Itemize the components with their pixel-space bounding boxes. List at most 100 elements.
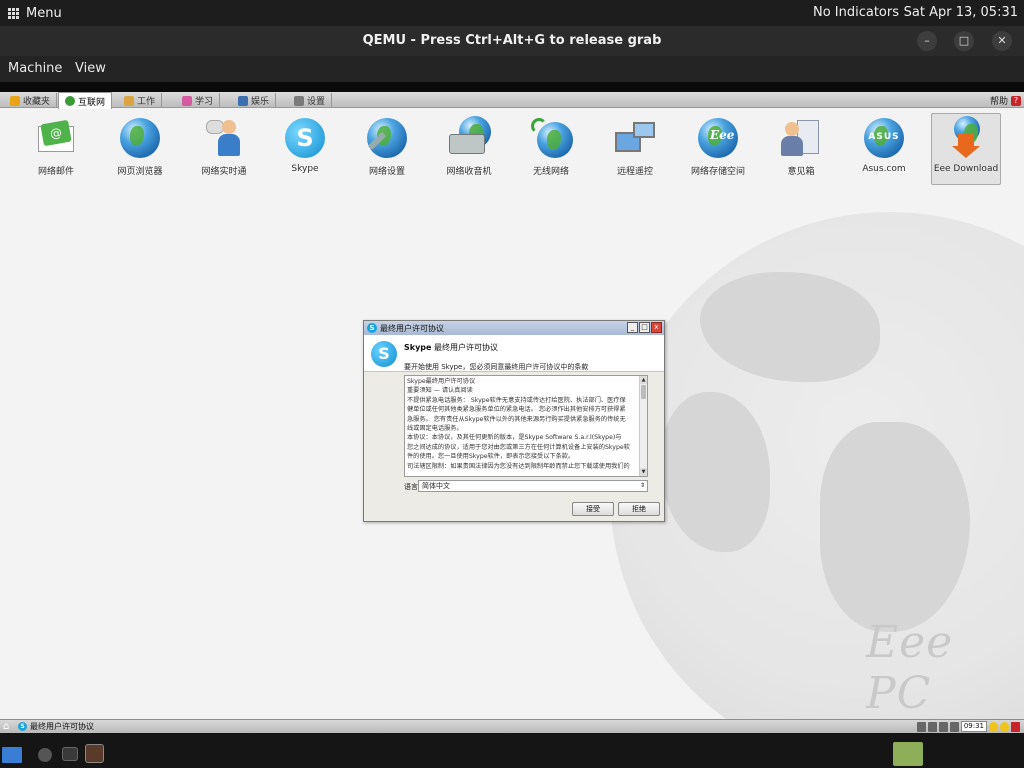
license-line: Skype最终用户许可协议 [407,378,476,385]
globe-icon [65,96,75,106]
screen-border [0,82,1024,92]
license-scrollbar[interactable]: ▲ ▼ [639,376,647,476]
menu-machine[interactable]: Machine [8,61,62,76]
app-asus-com[interactable]: ASUS Asus.com [848,114,920,182]
host-top-panel: Menu No Indicators Sat Apr 13, 05:31 [0,0,1024,26]
tab-learning[interactable]: 学习 [176,93,221,108]
tray-clock[interactable]: 09:31 [960,721,987,732]
folder-icon [124,95,134,106]
restore-button[interactable]: □ [954,31,974,51]
license-text: Skype最终用户许可协议 重要须知 — 请认真阅读 不提供紧急电话服务： Skyp… [405,376,641,472]
host-menu-label: Menu [26,5,62,21]
help-button[interactable]: 帮助 ? [990,94,1021,107]
dialog-titlebar[interactable]: S 最终用户许可协议 _ □ x [364,321,664,335]
app-eee-download[interactable]: Eee Download [931,113,1001,185]
smiley-icon[interactable] [989,721,998,732]
terminal-icon[interactable] [62,747,78,761]
show-desktop-icon[interactable] [2,747,22,763]
wrench-icon [294,95,304,106]
tab-label: 互联网 [78,97,106,108]
host-dock [0,733,1024,768]
indicators-label[interactable]: No Indicators [813,5,899,20]
app-eee-storage[interactable]: Eee 网络存储空间 [682,114,754,182]
skype-logo-icon: S [371,341,397,367]
dialog-heading-text: 最终用户许可协议 [434,343,498,352]
dialog-close-button[interactable]: x [651,322,662,333]
app-wireless[interactable]: 无线网络 [515,114,587,182]
power-icon[interactable] [1011,721,1020,732]
qemu-window-thumbnail[interactable] [893,742,923,766]
tab-label: 收藏夹 [23,97,51,107]
tab-label: 设置 [307,97,326,107]
feedback-icon [779,116,823,160]
network-icon[interactable] [927,721,937,732]
tab-work[interactable]: 工作 [118,93,163,108]
license-line: 司法辖区限制：如果贵国法律因为您没有达到限制年龄而禁止您下载或使用我们的 [407,462,630,470]
taskbar-item-eula[interactable]: S 最终用户许可协议 [18,721,94,732]
app-label: 网络设置 [368,167,405,177]
app-messenger[interactable]: 网络实时通 [188,114,260,182]
book-icon [182,95,192,106]
language-select[interactable]: 简体中文 ⇕ [418,480,648,492]
tab-settings[interactable]: 设置 [288,93,333,108]
eee-taskbar: ⌂ S 最终用户许可协议 09:31 [0,719,1024,733]
license-textbox[interactable]: Skype最终用户许可协议 重要须知 — 请认真阅读 不提供紧急电话服务： Skyp… [404,375,648,477]
home-icon[interactable]: ⌂ [3,721,15,732]
host-clock[interactable]: Sat Apr 13, 05:31 [904,5,1018,20]
tab-favorites[interactable]: 收藏夹 [4,93,58,108]
apps-grid-icon [8,7,19,19]
menu-view[interactable]: View [75,61,106,76]
app-label: 远程遥控 [616,167,653,177]
license-line: 本协议：本协议，及其任何更新的版本，是Skype Software S.a.r.… [407,434,622,442]
media-icon [238,95,248,106]
tab-internet[interactable]: 互联网 [58,92,113,109]
keyboard-icon[interactable] [916,721,926,732]
status-icon[interactable] [1000,721,1009,732]
app-label: 网络邮件 [37,167,74,177]
app-label: 网络存储空间 [690,167,745,177]
remote-desktop-icon [613,116,657,160]
app-webmail[interactable]: @ 网络邮件 [20,114,92,182]
app-launcher-icon[interactable] [38,748,52,762]
app-label: 网络收音机 [446,167,492,177]
app-internet-radio[interactable]: 网络收音机 [433,114,505,182]
browser-globe-icon [118,116,162,160]
qemu-titlebar: QEMU - Press Ctrl+Alt+G to release grab … [0,26,1024,56]
volume-icon[interactable] [949,721,959,732]
app-web-browser[interactable]: 网页浏览器 [104,114,176,182]
decline-button[interactable]: 拒绝 [618,502,660,516]
scroll-up-arrow-icon[interactable]: ▲ [640,376,647,384]
qemu-title-text: QEMU - Press Ctrl+Alt+G to release grab [362,33,662,48]
tab-play[interactable]: 娱乐 [232,93,277,108]
app-skype[interactable]: S Skype [269,114,341,182]
eee-storage-icon: Eee [696,116,740,160]
eula-dialog: S 最终用户许可协议 _ □ x S Skype 最终用户许可协议 要开始使用 … [363,320,665,522]
dialog-maximize-button[interactable]: □ [639,322,650,333]
language-value: 简体中文 [422,482,450,490]
skype-icon: S [283,116,327,160]
mail-icon: @ [34,116,78,160]
app-label: Skype [291,164,319,174]
dialog-minimize-button[interactable]: _ [627,322,638,333]
network-settings-icon [365,116,409,160]
app-launcher-grid: @ 网络邮件 网页浏览器 网络实时通 S Skype 网络设置 网络收音机 无线… [0,112,1024,187]
minimize-button[interactable]: – [917,31,937,51]
tab-label: 工作 [137,97,156,107]
app-remote-desktop[interactable]: 远程遥控 [599,114,671,182]
app-feedback[interactable]: 意见箱 [765,114,837,182]
guest-screen: Eee PC 收藏夹 互联网 工作 学习 娱乐 设置 帮助 ? @ 网络邮件 网… [0,92,1024,733]
app-network-settings[interactable]: 网络设置 [351,114,423,182]
scroll-down-arrow-icon[interactable]: ▼ [640,468,647,476]
scroll-thumb[interactable] [641,385,646,399]
battery-icon[interactable] [938,721,948,732]
host-menu-button[interactable]: Menu [4,3,66,23]
tab-label: 学习 [195,97,214,107]
dialog-instructions: 要开始使用 Skype，您必须同意最终用户许可协议中的条款 [404,363,589,371]
app-label: 意见箱 [787,167,815,177]
qemu-menubar: Machine View [0,56,1024,82]
license-line: 线或固定电话服务。 [407,425,463,433]
close-button[interactable]: ✕ [992,31,1012,51]
accept-button[interactable]: 接受 [572,502,614,516]
license-line: 急服务。 您有责任从Skype软件以外的其他来源另行购买提供紧急服务的传统无 [407,415,626,423]
qemu-app-icon[interactable] [85,744,104,763]
